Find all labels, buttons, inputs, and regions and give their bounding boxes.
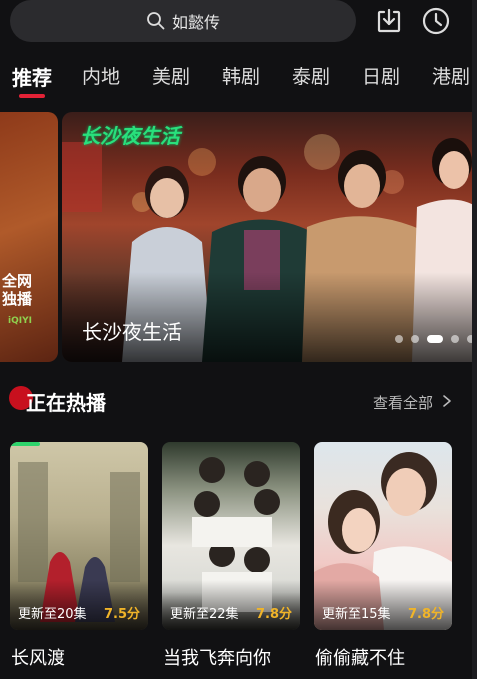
drama-title[interactable]: 偷偷藏不住 — [315, 644, 405, 670]
tab-hk-drama[interactable]: 港剧 — [432, 62, 470, 89]
carousel-dot[interactable] — [411, 335, 419, 343]
tab-korean-drama[interactable]: 韩剧 — [222, 62, 260, 89]
banner-prev-logo: iQIYI — [8, 316, 32, 326]
episode-status: 更新至15集 — [322, 607, 391, 622]
search-icon — [147, 12, 165, 30]
banner-prev-text: 全网 独播 — [2, 272, 33, 308]
category-tabs: 推荐 内地 美剧 韩剧 泰剧 日剧 港剧 — [0, 58, 477, 102]
active-tab-indicator — [19, 94, 45, 98]
banner-carousel[interactable]: 全网 独播 iQIYI 长沙夜生活 长沙夜生活 — [0, 112, 477, 362]
tab-thai-drama[interactable]: 泰剧 — [292, 62, 330, 89]
drama-poster[interactable]: 更新至22集 7.8分 — [162, 442, 300, 630]
search-hint: 如懿传 — [171, 13, 220, 32]
see-all-link[interactable]: 查看全部 — [373, 392, 433, 413]
history-clock-icon[interactable] — [421, 6, 451, 36]
carousel-dot[interactable] — [451, 335, 459, 343]
banner-current-slide[interactable]: 长沙夜生活 长沙夜生活 — [62, 112, 477, 362]
episode-status: 更新至20集 — [18, 607, 87, 622]
drama-poster[interactable]: 更新至20集 7.5分 — [10, 442, 148, 630]
drama-card[interactable]: 更新至20集 7.5分 长风渡 — [10, 442, 148, 669]
rating-score: 7.8分 — [255, 607, 292, 622]
episode-status: 更新至22集 — [170, 607, 239, 622]
tab-recommend[interactable]: 推荐 — [12, 62, 52, 91]
carousel-dots — [395, 335, 477, 343]
tab-mainland[interactable]: 内地 — [82, 62, 120, 89]
carousel-dot[interactable] — [395, 335, 403, 343]
chevron-right-icon[interactable] — [441, 393, 453, 409]
now-playing-header: 正在热播 查看全部 — [0, 384, 477, 420]
drama-title[interactable]: 当我飞奔向你 — [163, 644, 271, 670]
rating-score: 7.8分 — [407, 607, 444, 622]
drama-poster[interactable]: 更新至15集 7.8分 — [314, 442, 452, 630]
screen-edge — [472, 0, 477, 679]
tab-japanese-drama[interactable]: 日剧 — [362, 62, 400, 89]
drama-card[interactable]: 更新至22集 7.8分 当我飞奔向你 — [162, 442, 300, 669]
banner-show-logo: 长沙夜生活 — [80, 124, 180, 148]
tab-us-drama[interactable]: 美剧 — [152, 62, 190, 89]
banner-prev-slide[interactable]: 全网 独播 iQIYI — [0, 112, 58, 362]
search-bar[interactable]: 如懿传 — [10, 0, 356, 42]
top-bar: 如懿传 — [0, 0, 477, 44]
section-title: 正在热播 — [26, 391, 106, 415]
drama-card[interactable]: 更新至15集 7.8分 偷偷藏不住 — [314, 442, 452, 669]
rating-score: 7.5分 — [103, 607, 140, 622]
carousel-dot-active[interactable] — [427, 335, 443, 343]
drama-title[interactable]: 长风渡 — [11, 644, 65, 670]
download-icon[interactable] — [374, 6, 404, 36]
banner-title: 长沙夜生活 — [82, 320, 182, 344]
